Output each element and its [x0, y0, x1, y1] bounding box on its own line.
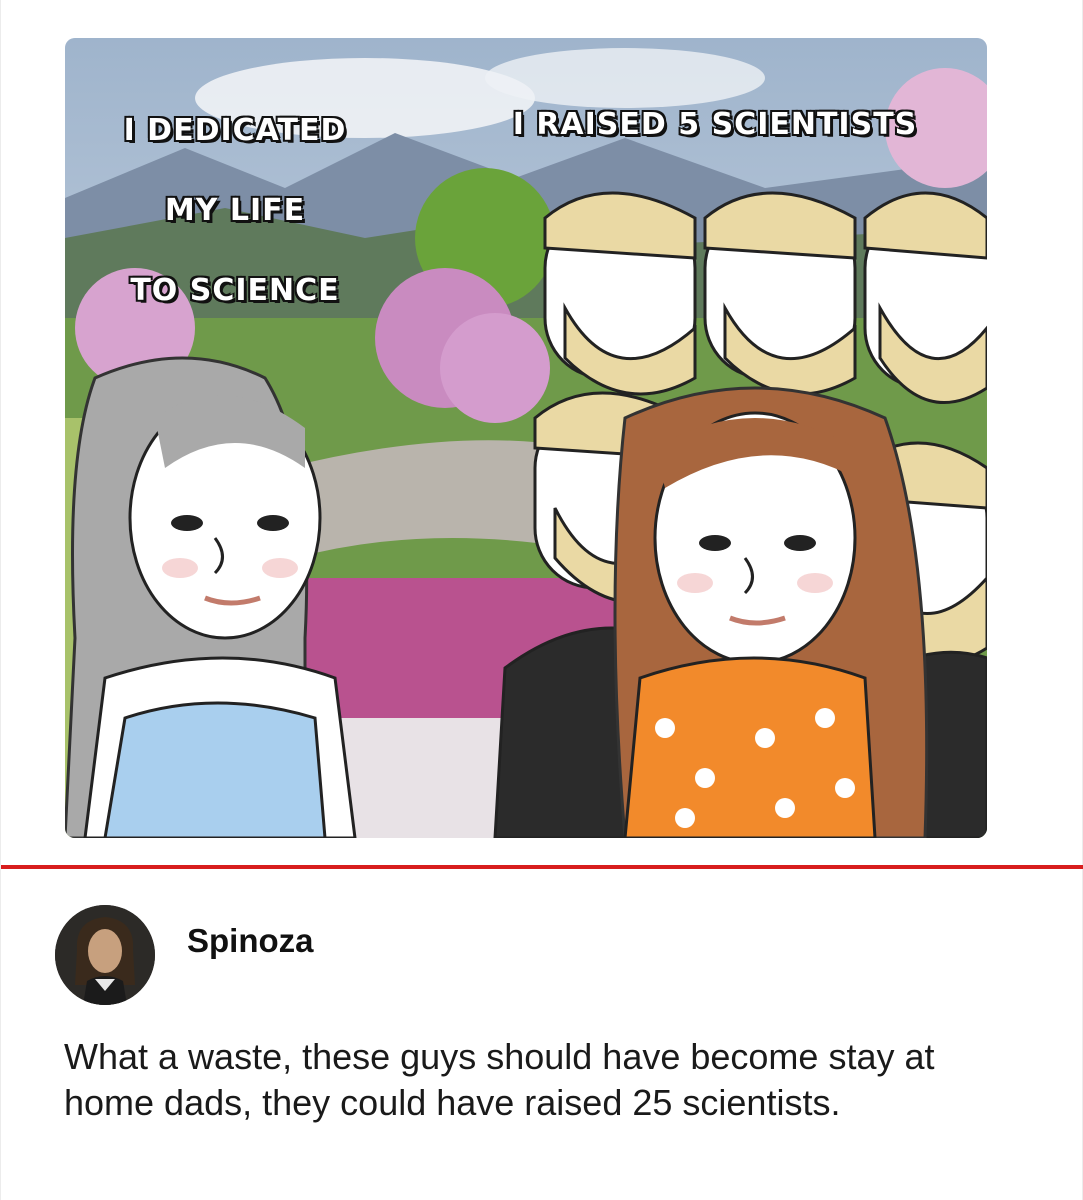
- avatar-portrait-icon: [55, 905, 155, 1005]
- post-card: I DEDICATED MY LIFE TO SCIENCE I RAISED …: [0, 0, 1083, 1200]
- profile-avatar[interactable]: [55, 905, 155, 1005]
- author-name[interactable]: Spinoza: [187, 922, 314, 960]
- meme-illustration: [65, 38, 987, 838]
- meme-caption-left-line-1: I DEDICATED: [123, 113, 347, 148]
- meme-caption-right: I RAISED 5 SCIENTISTS: [512, 107, 918, 142]
- meme-caption-left-line-3: TO SCIENCE: [130, 273, 340, 308]
- comment-text: What a waste, these guys should have bec…: [64, 1036, 935, 1123]
- meme-image: I DEDICATED MY LIFE TO SCIENCE I RAISED …: [65, 38, 987, 838]
- divider-line: [1, 865, 1083, 869]
- meme-caption-left-line-2: MY LIFE: [164, 193, 306, 228]
